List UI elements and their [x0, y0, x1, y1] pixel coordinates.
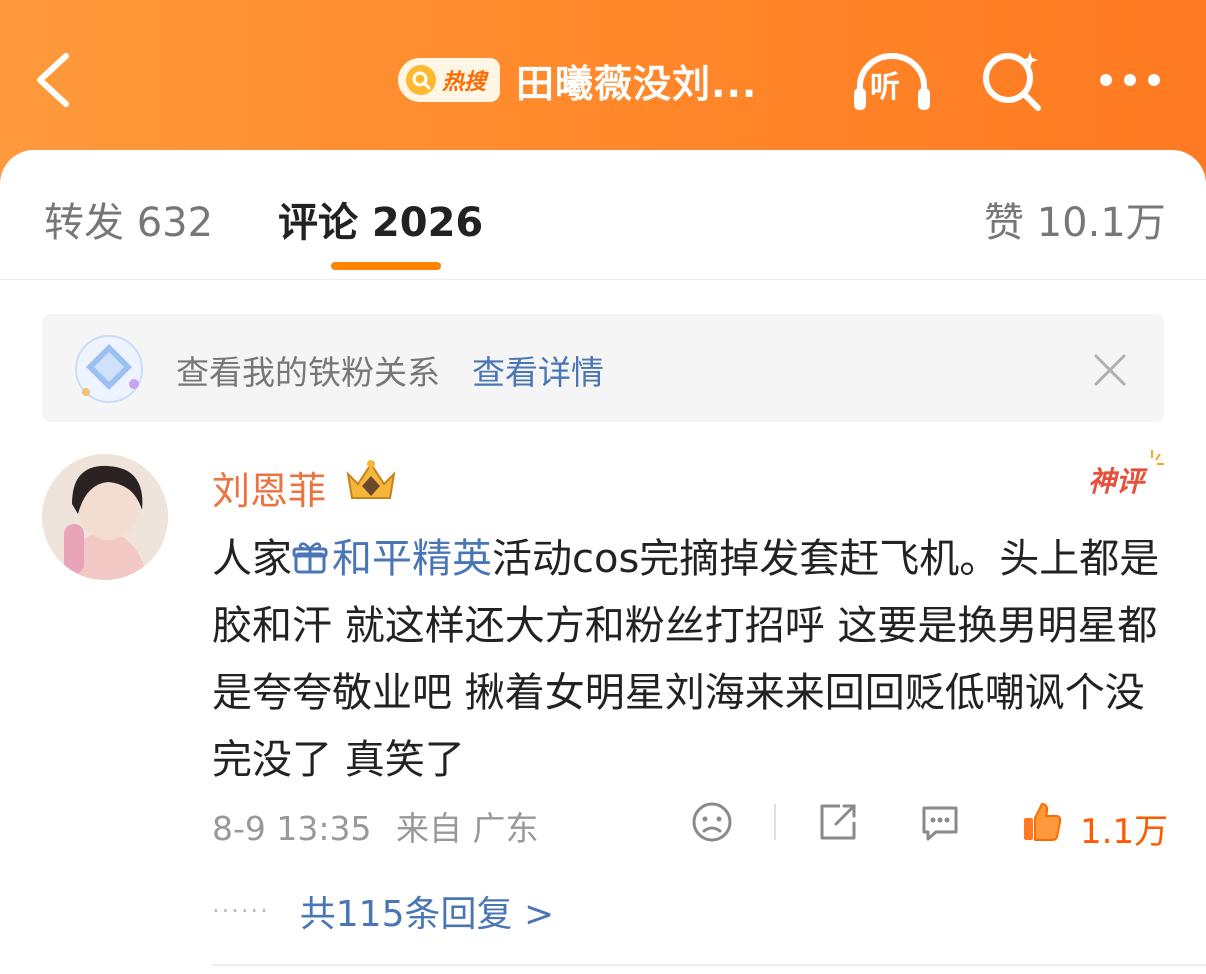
title-bar: 热搜 田曦薇没刘...: [398, 52, 757, 108]
fan-banner-text: 查看我的铁粉关系: [176, 353, 440, 392]
dots-icon: ······: [212, 897, 270, 925]
back-button[interactable]: [28, 48, 84, 112]
search-button[interactable]: [978, 46, 1046, 114]
comment-body: 人家 和平精英活动cos完摘掉发套赶飞机。头上都是胶和汗 就这样还大方和粉丝打招呼…: [212, 526, 1172, 794]
page-title: 田曦薇没刘...: [516, 61, 758, 106]
sad-face-icon: [692, 802, 732, 842]
reply-button[interactable]: [918, 800, 962, 844]
hot-search-label: 热搜: [442, 70, 487, 95]
like-button[interactable]: [1020, 800, 1064, 844]
comment-source: 来自 广东: [396, 809, 539, 848]
like-count[interactable]: 1.1万: [1080, 804, 1168, 853]
view-replies-link[interactable]: ······ 共115条回复 >: [212, 886, 554, 936]
sparkle-icon: [1151, 450, 1164, 465]
more-dots-icon: [1100, 74, 1160, 86]
god-comment-badge: 神评: [1088, 448, 1164, 498]
comment-time: 8-9 13:35: [212, 809, 372, 848]
fan-details-link[interactable]: 查看详情: [472, 346, 604, 394]
god-comment-label: 神评: [1088, 465, 1145, 498]
dislike-button[interactable]: [690, 800, 734, 844]
fan-diamond-icon: [72, 332, 146, 406]
close-icon: [1094, 354, 1126, 386]
back-arrow-icon: [37, 53, 69, 107]
share-icon: [820, 804, 856, 840]
avatar[interactable]: [42, 454, 168, 580]
comment-bubble-icon: [922, 806, 958, 841]
listen-button[interactable]: 听: [850, 50, 934, 114]
crown-icon: [342, 456, 400, 504]
divider: [212, 964, 1206, 966]
hot-search-badge[interactable]: 热搜: [398, 58, 501, 102]
tab-likes[interactable]: 赞 10.1万: [984, 190, 1166, 248]
listen-label: 听: [870, 70, 900, 105]
comment-text-start: 人家: [212, 536, 292, 582]
topic-label: 和平精英: [332, 536, 492, 582]
tab-bar: 转发 632 评论 2026 赞 10.1万: [0, 150, 1206, 280]
thumbs-up-icon: [1024, 803, 1062, 841]
action-divider: [774, 804, 776, 840]
more-button[interactable]: [1096, 62, 1166, 98]
fan-relationship-banner: 查看我的铁粉关系 查看详情: [42, 314, 1164, 422]
replies-label: 共115条回复 >: [299, 894, 555, 935]
hot-search-icon: [406, 65, 436, 95]
gift-icon: [292, 542, 328, 574]
close-banner-button[interactable]: [1090, 350, 1130, 390]
comment-meta: 8-9 13:35 来自 广东: [212, 802, 539, 850]
tab-comments[interactable]: 评论 2026: [278, 190, 483, 248]
tab-reposts[interactable]: 转发 632: [44, 190, 213, 248]
active-tab-indicator: [331, 262, 441, 270]
topic-link[interactable]: 和平精英: [292, 536, 492, 582]
search-icon: [983, 52, 1041, 111]
content-panel: 转发 632 评论 2026 赞 10.1万 查看我的铁粉关系 查看详情 刘恩菲…: [0, 150, 1206, 974]
comment-username[interactable]: 刘恩菲: [212, 460, 326, 515]
share-button[interactable]: [816, 800, 860, 844]
